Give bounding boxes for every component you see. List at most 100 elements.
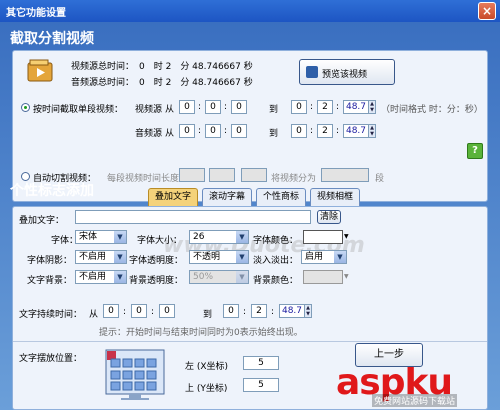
- help-icon[interactable]: ?: [467, 143, 483, 159]
- segment-minute[interactable]: [209, 168, 235, 182]
- fade-select[interactable]: 启用 ▼: [301, 250, 347, 264]
- font-size-value: 26: [193, 232, 205, 242]
- audio-to-spinner[interactable]: ▲ ▼: [369, 124, 376, 138]
- window-title: 其它功能设置: [6, 8, 66, 19]
- clear-button[interactable]: 清除: [317, 210, 341, 224]
- duration-from-minute[interactable]: 0: [131, 304, 147, 318]
- tab-scroll-subtitle[interactable]: 滚动字幕: [202, 188, 252, 206]
- duration-to-hour[interactable]: 0: [223, 304, 239, 318]
- font-shadow-value: 不启用: [79, 252, 107, 262]
- duration-to-minute[interactable]: 2: [251, 304, 267, 318]
- dialog-window: 其它功能设置 × 截取分割视频 视频源总时间： 0 时 2 分 48.74666…: [0, 0, 500, 410]
- font-shadow-select[interactable]: 不启用 ▼: [75, 250, 127, 264]
- font-color-picker[interactable]: [303, 230, 343, 244]
- fade-label: 淡入淡出：: [253, 256, 299, 266]
- chevron-down-icon: ▼: [114, 231, 126, 243]
- font-color-label: 字体颜色：: [253, 236, 299, 246]
- audio-from-second[interactable]: 0: [231, 124, 247, 138]
- position-preview-icon[interactable]: [105, 349, 165, 401]
- left-x-input[interactable]: 5: [243, 356, 279, 370]
- chevron-down-icon[interactable]: ▼: [344, 270, 352, 284]
- bg-color-label: 背景颜色：: [253, 276, 299, 286]
- audio-to-hour[interactable]: 0: [291, 124, 307, 138]
- duration-from-label: 从: [89, 310, 99, 320]
- audio-to-label: 到: [269, 129, 279, 139]
- segments-count[interactable]: [321, 168, 369, 182]
- font-label: 字体：: [51, 236, 79, 246]
- bg-opacity-select[interactable]: 50% ▼: [189, 270, 249, 284]
- personal-heading: 个性标志添加: [10, 183, 94, 199]
- text-bg-select[interactable]: 不启用 ▼: [75, 270, 127, 284]
- video-file-icon: [27, 59, 55, 83]
- font-opacity-label: 字体透明度：: [129, 256, 184, 266]
- video-from-label: 从: [165, 105, 175, 115]
- tab-logo[interactable]: 个性商标: [256, 188, 306, 206]
- by-time-label: 按时间截取单段视频：: [33, 105, 124, 115]
- duration-label: 文字持续时间：: [19, 310, 83, 320]
- audio-src-label: 音频源: [135, 129, 163, 139]
- video-from-second[interactable]: 0: [231, 100, 247, 114]
- per-segment-label: 每段视频时间长度: [107, 174, 180, 184]
- divider: [13, 341, 487, 342]
- dialog-body: 截取分割视频 视频源总时间： 0 时 2 分 48.746667 秒 音频源总时…: [0, 22, 500, 410]
- segment-hour[interactable]: [179, 168, 205, 182]
- tab-add-text[interactable]: 叠加文字: [148, 188, 198, 206]
- video-to-second[interactable]: 48.7: [343, 100, 369, 114]
- font-opacity-value: 不透明: [193, 252, 221, 262]
- preview-button[interactable]: 预览该视频: [299, 59, 395, 85]
- chevron-down-icon: ▼: [114, 251, 126, 263]
- text-bg-value: 不启用: [79, 272, 107, 282]
- font-size-label: 字体大小：: [137, 236, 183, 246]
- chevron-down-icon: ▼: [236, 231, 248, 243]
- preview-label: 预览该视频: [322, 70, 368, 80]
- preview-icon: [306, 66, 318, 78]
- position-label: 文字摆放位置：: [19, 354, 83, 364]
- duration-hint: 提示：开始时间与结束时间同时为0表示始终出现。: [99, 328, 303, 338]
- video-total-time: 0 时 2 分 48.746667 秒: [139, 62, 253, 72]
- bg-opacity-label: 背景透明度：: [129, 276, 184, 286]
- site-caption: 免费网站源码下载站: [372, 394, 458, 407]
- font-size-select[interactable]: 26 ▼: [189, 230, 249, 244]
- font-value: 宋体: [79, 232, 98, 242]
- top-y-label: 上 (Y坐标): [185, 384, 228, 394]
- capture-heading: 截取分割视频: [10, 31, 94, 47]
- chevron-down-icon: ▼: [236, 271, 248, 283]
- audio-to-second[interactable]: 48.7: [343, 124, 369, 138]
- top-y-input[interactable]: 5: [243, 378, 279, 392]
- font-opacity-select[interactable]: 不透明 ▼: [189, 250, 249, 264]
- chevron-down-icon[interactable]: ▼: [344, 230, 352, 244]
- add-text-label: 叠加文字：: [19, 216, 65, 226]
- audio-total-label: 音频源总时间：: [71, 78, 135, 88]
- font-shadow-label: 字体阴影：: [27, 256, 73, 266]
- segments-unit: 段: [375, 174, 385, 184]
- close-button[interactable]: ×: [478, 2, 496, 20]
- video-from-minute[interactable]: 0: [205, 100, 221, 114]
- title-bar: 其它功能设置 ×: [0, 0, 500, 23]
- audio-from-minute[interactable]: 0: [205, 124, 221, 138]
- video-to-minute[interactable]: 2: [317, 100, 333, 114]
- bg-opacity-value: 50%: [193, 272, 214, 282]
- segment-second[interactable]: [241, 168, 267, 182]
- duration-to-spinner[interactable]: ▲ ▼: [305, 304, 312, 318]
- tab-video-frame[interactable]: 视频相框: [310, 188, 360, 206]
- add-text-input[interactable]: [75, 210, 311, 224]
- video-from-hour[interactable]: 0: [179, 100, 195, 114]
- video-src-label: 视频源: [135, 105, 163, 115]
- split-into-label: 将视频分为: [271, 174, 317, 184]
- time-format-hint: （时间格式 时：分：秒）: [381, 105, 483, 115]
- audio-to-minute[interactable]: 2: [317, 124, 333, 138]
- duration-to-second[interactable]: 48.7: [279, 304, 305, 318]
- by-time-radio[interactable]: [21, 103, 30, 112]
- duration-from-hour[interactable]: 0: [103, 304, 119, 318]
- text-bg-label: 文字背景：: [27, 276, 73, 286]
- audio-from-label: 从: [165, 129, 175, 139]
- video-to-spinner[interactable]: ▲ ▼: [369, 100, 376, 114]
- fade-value: 启用: [305, 252, 324, 262]
- video-to-label: 到: [269, 105, 279, 115]
- video-to-hour[interactable]: 0: [291, 100, 307, 114]
- duration-to-label: 到: [203, 310, 213, 320]
- bg-color-picker[interactable]: [303, 270, 343, 284]
- audio-from-hour[interactable]: 0: [179, 124, 195, 138]
- duration-from-second[interactable]: 0: [159, 304, 175, 318]
- font-select[interactable]: 宋体 ▼: [75, 230, 127, 244]
